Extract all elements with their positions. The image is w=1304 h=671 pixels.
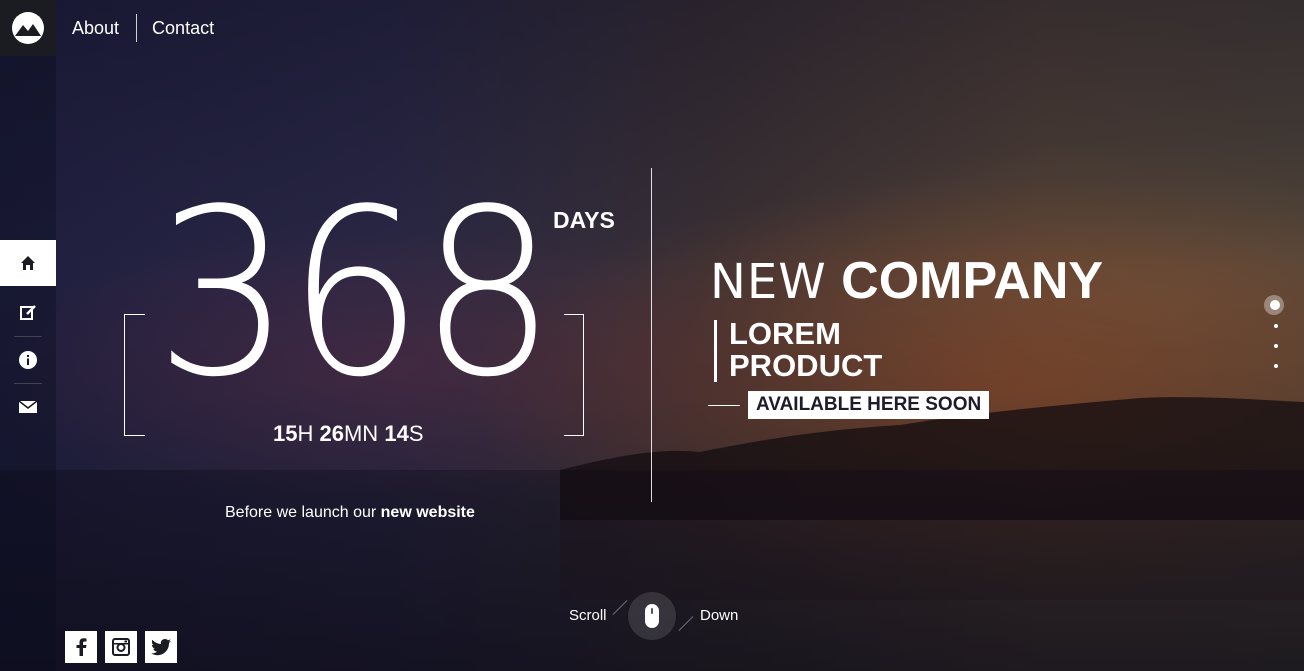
countdown-minutes-unit: MN <box>343 421 379 446</box>
headline-thin: NEW <box>710 254 827 310</box>
product-line-1: LOREM <box>729 316 841 351</box>
slide-dot-4[interactable] <box>1274 364 1278 368</box>
sidebar-item-info[interactable] <box>0 337 56 383</box>
countdown-hours: 15 <box>273 421 298 446</box>
facebook-icon <box>76 638 87 656</box>
home-icon <box>21 256 35 270</box>
down-label: Down <box>700 607 739 624</box>
countdown-hms: 15H 26MN 14S <box>273 421 424 447</box>
sidebar-item-home[interactable] <box>0 240 56 286</box>
countdown-hours-unit: H <box>297 421 314 446</box>
sidebar-item-edit[interactable] <box>0 289 56 335</box>
nav-link-about[interactable]: About <box>72 18 119 39</box>
twitter-icon <box>151 638 171 655</box>
countdown-frame-right <box>564 314 584 436</box>
mail-icon <box>19 401 37 413</box>
availability-badge: AVAILABLE HERE SOON <box>748 391 990 419</box>
mouse-icon <box>645 604 659 628</box>
product-line-2: PRODUCT <box>729 348 883 383</box>
launch-tagline: Before we launch our new website <box>225 504 475 522</box>
logo[interactable] <box>0 0 56 56</box>
center-divider <box>651 168 652 502</box>
social-instagram[interactable] <box>105 631 137 663</box>
social-facebook[interactable] <box>65 631 97 663</box>
top-nav: About Contact <box>72 14 214 42</box>
mountain-logo-icon <box>12 12 44 44</box>
countdown-days-label: DAYS <box>553 207 615 233</box>
badge-line <box>708 405 740 406</box>
product-name: LOREM PRODUCT <box>729 318 929 382</box>
headline-bold: COMPANY <box>841 252 1104 310</box>
headline: NEW COMPANY <box>710 255 1103 307</box>
countdown-days-value: 368 <box>155 161 556 428</box>
nav-link-contact[interactable]: Contact <box>152 18 214 39</box>
tagline-prefix: Before we launch our <box>225 504 377 521</box>
sidebar <box>0 0 56 671</box>
nav-divider <box>136 14 138 42</box>
countdown-seconds-unit: S <box>408 421 424 446</box>
tagline-emphasis: new website <box>380 504 475 521</box>
social-twitter[interactable] <box>145 631 177 663</box>
instagram-icon <box>112 638 130 656</box>
scroll-label: Scroll <box>569 607 607 624</box>
countdown-seconds: 14 <box>384 421 409 446</box>
edit-icon <box>20 305 36 320</box>
slide-dot-1[interactable] <box>1270 300 1280 310</box>
product-accent-bar <box>714 320 717 382</box>
countdown-minutes: 26 <box>319 421 344 446</box>
scroll-down-button[interactable] <box>628 592 676 640</box>
countdown-frame-left <box>124 314 145 436</box>
sidebar-item-contact[interactable] <box>0 384 56 430</box>
slide-dot-2[interactable] <box>1274 324 1278 328</box>
info-icon <box>19 351 37 369</box>
slide-dot-3[interactable] <box>1274 344 1278 348</box>
